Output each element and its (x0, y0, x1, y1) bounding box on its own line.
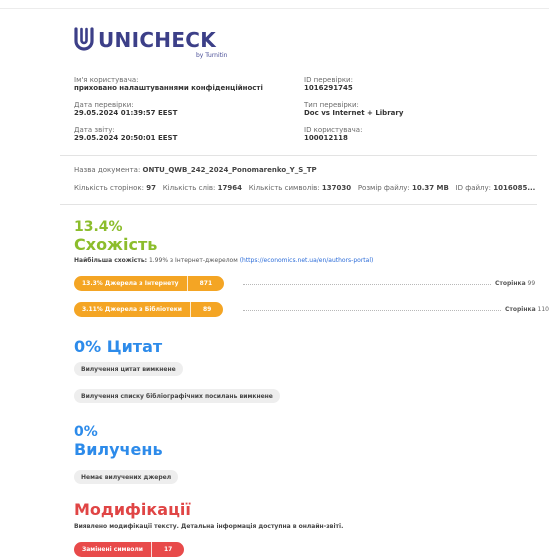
no-exclusions-chip: Немає вилучених джерел (74, 470, 179, 484)
check-date-value: 29.05.2024 01:39:57 EEST (74, 109, 178, 117)
exclusions-title: Вилучень (74, 440, 163, 459)
citations-disabled-chip: Вилучення цитат вимкнене (74, 362, 183, 376)
highest-similarity-value: 1.99% з Інтернет-джерелом (148, 257, 238, 264)
highest-similarity-link[interactable]: (https://economics.net.ua/en/authors-por… (240, 257, 374, 264)
chars-label: Кількість символів: (248, 184, 320, 192)
similarity-percent: 13.4% (74, 219, 123, 235)
library-sources-label: 3.11% Джерела з Бібліотеки (82, 306, 182, 313)
top-divider (0, 8, 549, 9)
library-sources-pill[interactable]: 3.11% Джерела з Бібліотеки 89 (74, 302, 224, 317)
document-name-line: Назва документа: ONTU_QWB_242_2024_Ponom… (74, 166, 317, 174)
modifications-title: Модифікації (74, 500, 191, 519)
exclusions-percent: 0% (74, 424, 98, 440)
document-name-label: Назва документа: (74, 166, 141, 174)
file-id-label: ID файлу: (455, 184, 492, 192)
words-label: Кількість слів: (162, 184, 216, 192)
check-id-value: 1016291745 (304, 84, 353, 92)
library-sources-page: Сторінка 110 (505, 306, 549, 313)
pages-value: 97 (146, 184, 156, 192)
internet-sources-dots (243, 284, 491, 285)
library-sources-page-value: 110 (537, 306, 549, 313)
library-sources-page-label: Сторінка (505, 306, 536, 313)
file-id-value: 1016085... (493, 184, 536, 192)
replaced-chars-count: 17 (163, 546, 173, 553)
report-date-value: 29.05.2024 20:50:01 EEST (74, 134, 178, 142)
user-name-value: приховано налаштуваннями конфіденційност… (74, 84, 263, 92)
document-name-value: ONTU_QWB_242_2024_Ponomarenko_Y_S_TP (142, 166, 317, 174)
highest-similarity-note: Найбільша схожість: 1.99% з Інтернет-дже… (74, 257, 373, 264)
pages-label: Кількість сторінок: (74, 184, 145, 192)
logo-subtitle: by Turnitin (196, 52, 228, 59)
document-divider (60, 204, 537, 205)
chars-value: 137030 (321, 184, 352, 192)
check-type-value: Doc vs Internet + Library (304, 109, 404, 117)
internet-sources-page-label: Сторінка (495, 280, 526, 287)
check-id-label: ID перевірки: (304, 76, 353, 84)
user-name-label: Ім'я користувача: (74, 76, 139, 84)
modifications-note: Виявлено модифікації тексту. Детальна ін… (74, 523, 343, 530)
file-size-value: 10.37 MB (411, 184, 449, 192)
document-stats-line: Кількість сторінок: 97 Кількість слів: 1… (74, 184, 535, 192)
internet-sources-page: Сторінка 99 (495, 280, 535, 287)
unicheck-u-logo-icon (74, 27, 94, 51)
replaced-chars-pill[interactable]: Замінені символи 17 (74, 542, 185, 557)
internet-sources-count: 871 (199, 280, 213, 287)
modifications-note-text: Виявлено модифікації тексту. Детальна ін… (74, 523, 344, 530)
meta-divider (60, 155, 537, 156)
internet-sources-pill[interactable]: 13.3% Джерела з Інтернету 871 (74, 276, 225, 291)
logo-name: UNICHECK (98, 28, 217, 52)
check-date-label: Дата перевірки: (74, 101, 134, 109)
user-id-label: ID користувача: (304, 126, 363, 134)
library-sources-dots (243, 310, 501, 311)
check-type-label: Тип перевірки: (304, 101, 359, 109)
words-value: 17964 (217, 184, 242, 192)
user-id-value: 100012118 (304, 134, 348, 142)
citations-title: 0% Цитат (74, 337, 163, 356)
report-date-label: Дата звіту: (74, 126, 115, 134)
library-sources-count: 89 (202, 306, 212, 313)
highest-similarity-label: Найбільша схожість: (74, 257, 148, 264)
bibliography-disabled-chip: Вилучення списку бібліографічних посилан… (74, 389, 280, 403)
file-size-label: Розмір файлу: (357, 184, 410, 192)
internet-sources-page-value: 99 (527, 280, 536, 287)
internet-sources-label: 13.3% Джерела з Інтернету (82, 280, 179, 287)
similarity-title: Схожість (74, 235, 158, 254)
replaced-chars-label: Замінені символи (82, 546, 143, 553)
